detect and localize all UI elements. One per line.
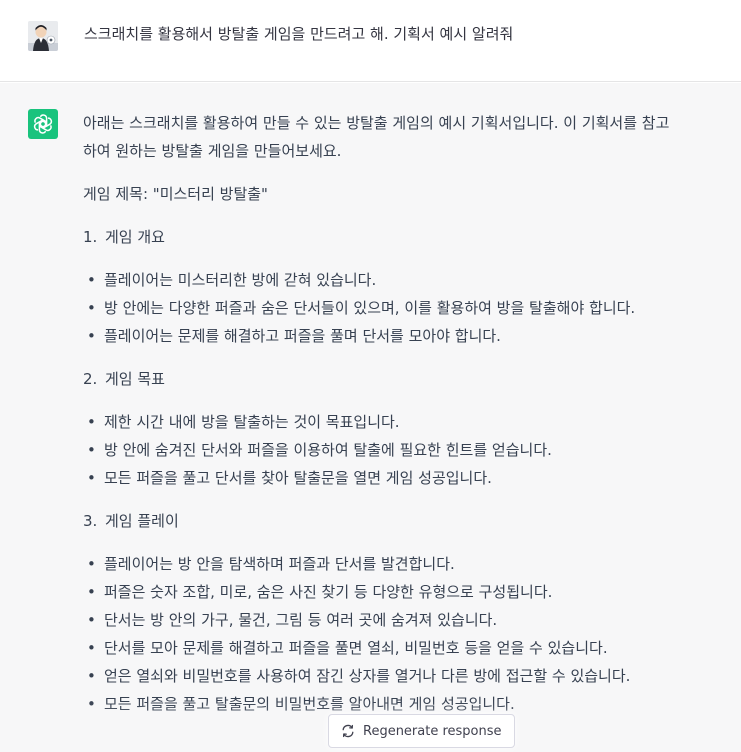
list-item: 단서를 모아 문제를 해결하고 퍼즐을 풀면 열쇠, 비밀번호 등을 얻을 수 … [83, 634, 741, 662]
bullet-list: 플레이어는 방 안을 탐색하며 퍼즐과 단서를 발견합니다. 퍼즐은 숫자 조합… [83, 550, 741, 718]
user-avatar [28, 21, 58, 51]
assistant-message-row: 아래는 스크래치를 활용하여 만들 수 있는 방탈출 게임의 예시 기획서입니다… [0, 83, 741, 752]
refresh-icon [342, 724, 354, 738]
assistant-message-content: 아래는 스크래치를 활용하여 만들 수 있는 방탈출 게임의 예시 기획서입니다… [83, 109, 741, 718]
openai-logo-icon [28, 109, 58, 139]
list-item: 방 안에 숨겨진 단서와 퍼즐을 이용하여 탈출에 필요한 힌트를 얻습니다. [83, 436, 741, 464]
user-message-row: 스크래치를 활용해서 방탈출 게임을 만드려고 해. 기획서 예시 알려줘 [0, 0, 741, 82]
section-heading: 3. 게임 플레이 [83, 507, 741, 535]
regenerate-response-button[interactable]: Regenerate response [328, 714, 515, 748]
list-item: 방 안에는 다양한 퍼즐과 숨은 단서들이 있으며, 이를 활용하여 방을 탈출… [83, 294, 741, 322]
list-item: 플레이어는 방 안을 탐색하며 퍼즐과 단서를 발견합니다. [83, 550, 741, 578]
intro-line-1: 아래는 스크래치를 활용하여 만들 수 있는 방탈출 게임의 예시 기획서입니다… [83, 114, 670, 132]
list-item: 플레이어는 미스터리한 방에 갇혀 있습니다. [83, 266, 741, 294]
list-item: 얻은 열쇠와 비밀번호를 사용하여 잠긴 상자를 열거나 다른 방에 접근할 수… [83, 662, 741, 690]
section-title: 게임 플레이 [105, 512, 179, 530]
section-title: 게임 목표 [105, 370, 165, 388]
section-number: 2. [83, 370, 98, 388]
bullet-list: 제한 시간 내에 방을 탈출하는 것이 목표입니다. 방 안에 숨겨진 단서와 … [83, 408, 741, 492]
list-item: 모든 퍼즐을 풀고 단서를 찾아 탈출문을 열면 게임 성공입니다. [83, 464, 741, 492]
game-title: 게임 제목: "미스터리 방탈출" [83, 185, 268, 203]
section-heading: 2. 게임 목표 [83, 365, 741, 393]
user-avatar-photo-icon [28, 21, 58, 51]
bullet-list: 플레이어는 미스터리한 방에 갇혀 있습니다. 방 안에는 다양한 퍼즐과 숨은… [83, 266, 741, 350]
list-item: 제한 시간 내에 방을 탈출하는 것이 목표입니다. [83, 408, 741, 436]
section-number: 3. [83, 512, 98, 530]
section-number: 1. [83, 228, 98, 246]
list-item: 퍼즐은 숫자 조합, 미로, 숨은 사진 찾기 등 다양한 유형으로 구성됩니다… [83, 578, 741, 606]
intro-line-2: 하여 원하는 방탈출 게임을 만들어보세요. [83, 142, 342, 160]
list-item: 플레이어는 문제를 해결하고 퍼즐을 풀며 단서를 모아야 합니다. [83, 322, 741, 350]
user-message-text: 스크래치를 활용해서 방탈출 게임을 만드려고 해. 기획서 예시 알려줘 [84, 25, 514, 43]
section-heading: 1. 게임 개요 [83, 223, 741, 251]
section-title: 게임 개요 [105, 228, 165, 246]
regenerate-button-label: Regenerate response [363, 723, 502, 739]
list-item: 단서는 방 안의 가구, 물건, 그림 등 여러 곳에 숨겨져 있습니다. [83, 606, 741, 634]
